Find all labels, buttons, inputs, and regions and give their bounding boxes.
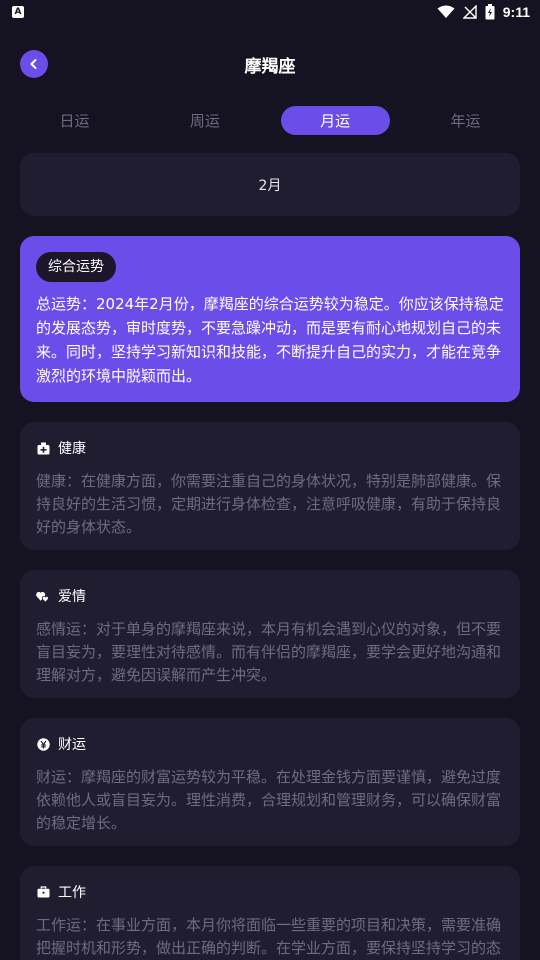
health-card: 健康 健康：在健康方面，你需要注重自己的身体状况，特别是肺部健康。保持良好的生活…	[20, 422, 520, 550]
wealth-title: 财运	[58, 737, 86, 753]
wealth-text: 财运：摩羯座的财富运势较为平稳。在处理金钱方面要谨慎，避免过度依赖他人或盲目妄为…	[36, 768, 502, 832]
hearts-icon	[36, 589, 50, 603]
page-title: 摩羯座	[244, 56, 296, 77]
overall-tag: 综合运势	[36, 252, 116, 282]
back-button[interactable]	[20, 50, 48, 78]
tab-yearly[interactable]: 年运	[411, 106, 520, 135]
battery-icon	[485, 4, 495, 20]
work-card: 工作 工作运：在事业方面，本月你将面临一些重要的项目和决策，需要准确把握时机和形…	[20, 866, 520, 960]
health-title: 健康	[58, 441, 86, 457]
yen-coin-icon	[36, 737, 50, 751]
work-title: 工作	[58, 885, 86, 901]
period-tabs: 日运 周运 月运 年运	[20, 106, 520, 135]
date-label: 2月	[20, 153, 520, 216]
briefcase-icon	[36, 885, 50, 899]
app-notification-icon: A	[12, 6, 24, 18]
tab-monthly[interactable]: 月运	[280, 106, 390, 135]
wealth-card: 财运 财运：摩羯座的财富运势较为平稳。在处理金钱方面要谨慎，避免过度依赖他人或盲…	[20, 718, 520, 846]
love-title: 爱情	[58, 589, 86, 605]
header: 摩羯座	[0, 44, 540, 84]
tab-weekly[interactable]: 周运	[150, 106, 259, 135]
wifi-icon	[437, 5, 455, 19]
status-time: 9:11	[502, 4, 530, 20]
love-text: 感情运：对于单身的摩羯座来说，本月有机会遇到心仪的对象，但不要盲目妄为，要理性对…	[36, 620, 502, 684]
overall-fortune-card: 综合运势 总运势：2024年2月份，摩羯座的综合运势较为稳定。你应该保持稳定的发…	[20, 236, 520, 402]
medkit-icon	[36, 441, 50, 455]
tab-daily[interactable]: 日运	[20, 106, 129, 135]
love-card: 爱情 感情运：对于单身的摩羯座来说，本月有机会遇到心仪的对象，但不要盲目妄为，要…	[20, 570, 520, 698]
health-text: 健康：在健康方面，你需要注重自己的身体状况，特别是肺部健康。保持良好的生活习惯，…	[36, 472, 502, 536]
overall-text: 总运势：2024年2月份，摩羯座的综合运势较为稳定。你应该保持稳定的发展态势，审…	[36, 295, 504, 385]
chevron-left-icon	[28, 55, 40, 74]
work-text: 工作运：在事业方面，本月你将面临一些重要的项目和决策，需要准确把握时机和形势，做…	[36, 916, 502, 957]
status-bar: A 9:11	[0, 0, 540, 24]
no-signal-icon	[462, 5, 477, 19]
